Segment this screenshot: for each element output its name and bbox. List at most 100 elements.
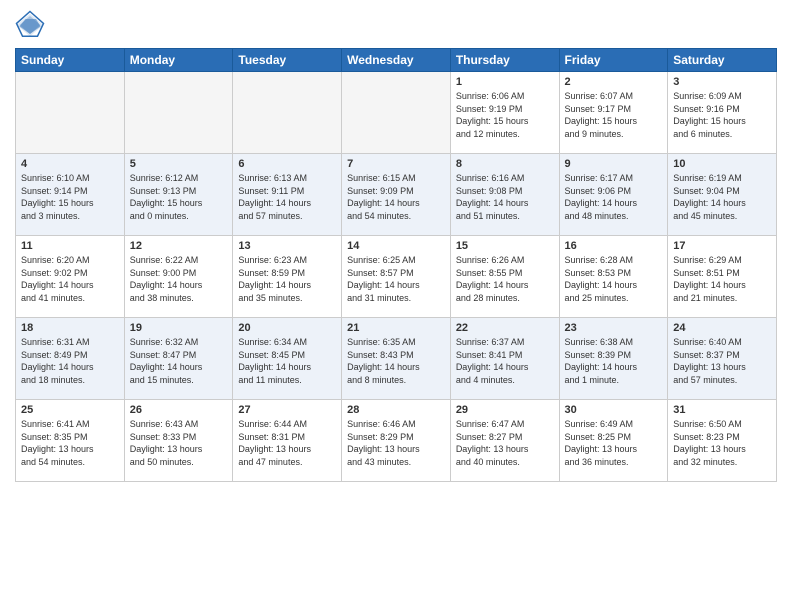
calendar-cell: 12Sunrise: 6:22 AM Sunset: 9:00 PM Dayli… xyxy=(124,236,233,318)
day-info: Sunrise: 6:25 AM Sunset: 8:57 PM Dayligh… xyxy=(347,254,445,304)
day-number: 27 xyxy=(238,404,336,416)
column-header-sunday: Sunday xyxy=(16,49,125,72)
week-row-2: 4 Sunrise: 6:10 AM Sunset: 9:14 PM Daylig… xyxy=(16,154,777,236)
day-info: Sunrise: 6:17 AM Sunset: 9:06 PM Dayligh… xyxy=(565,172,663,222)
day-number: 31 xyxy=(673,404,771,416)
day-number: 30 xyxy=(565,404,663,416)
calendar-cell: 13 Sunrise: 6:23 AM Sunset: 8:59 PM Dayli… xyxy=(233,236,342,318)
header xyxy=(15,10,777,40)
day-number: 10 xyxy=(673,158,771,170)
calendar-header-row: SundayMondayTuesdayWednesdayThursdayFrid… xyxy=(16,49,777,72)
calendar-cell: 9 Sunrise: 6:17 AM Sunset: 9:06 PM Daylig… xyxy=(559,154,668,236)
calendar-cell: 10 Sunrise: 6:19 AM Sunset: 9:04 PM Dayli… xyxy=(668,154,777,236)
day-info: Sunrise: 6:41 AM Sunset: 8:35 PM Dayligh… xyxy=(21,418,119,468)
column-header-friday: Friday xyxy=(559,49,668,72)
day-info: Sunrise: 6:49 AM Sunset: 8:25 PM Dayligh… xyxy=(565,418,663,468)
calendar-cell: 24Sunrise: 6:40 AM Sunset: 8:37 PM Dayli… xyxy=(668,318,777,400)
day-info: Sunrise: 6:19 AM Sunset: 9:04 PM Dayligh… xyxy=(673,172,771,222)
day-number: 26 xyxy=(130,404,228,416)
calendar-cell: 28Sunrise: 6:46 AM Sunset: 8:29 PM Dayli… xyxy=(342,400,451,482)
calendar-cell: 18 Sunrise: 6:31 AM Sunset: 8:49 PM Dayli… xyxy=(16,318,125,400)
day-number: 17 xyxy=(673,240,771,252)
calendar-cell: 8Sunrise: 6:16 AM Sunset: 9:08 PM Daylig… xyxy=(450,154,559,236)
calendar-cell: 31 Sunrise: 6:50 AM Sunset: 8:23 PM Dayli… xyxy=(668,400,777,482)
day-number: 21 xyxy=(347,322,445,334)
calendar-cell: 16 Sunrise: 6:28 AM Sunset: 8:53 PM Dayli… xyxy=(559,236,668,318)
day-info: Sunrise: 6:32 AM Sunset: 8:47 PM Dayligh… xyxy=(130,336,228,386)
calendar-cell: 29Sunrise: 6:47 AM Sunset: 8:27 PM Dayli… xyxy=(450,400,559,482)
calendar-cell xyxy=(16,72,125,154)
column-header-monday: Monday xyxy=(124,49,233,72)
day-info: Sunrise: 6:29 AM Sunset: 8:51 PM Dayligh… xyxy=(673,254,771,304)
day-info: Sunrise: 6:35 AM Sunset: 8:43 PM Dayligh… xyxy=(347,336,445,386)
day-info: Sunrise: 6:07 AM Sunset: 9:17 PM Dayligh… xyxy=(565,90,663,140)
day-info: Sunrise: 6:15 AM Sunset: 9:09 PM Dayligh… xyxy=(347,172,445,222)
calendar-cell: 21 Sunrise: 6:35 AM Sunset: 8:43 PM Dayli… xyxy=(342,318,451,400)
calendar-cell: 30 Sunrise: 6:49 AM Sunset: 8:25 PM Dayli… xyxy=(559,400,668,482)
day-number: 6 xyxy=(238,158,336,170)
calendar-cell: 2 Sunrise: 6:07 AM Sunset: 9:17 PM Daylig… xyxy=(559,72,668,154)
calendar-table: SundayMondayTuesdayWednesdayThursdayFrid… xyxy=(15,48,777,482)
calendar-cell: 17 Sunrise: 6:29 AM Sunset: 8:51 PM Dayli… xyxy=(668,236,777,318)
day-info: Sunrise: 6:13 AM Sunset: 9:11 PM Dayligh… xyxy=(238,172,336,222)
day-number: 4 xyxy=(21,158,119,170)
day-info: Sunrise: 6:44 AM Sunset: 8:31 PM Dayligh… xyxy=(238,418,336,468)
day-info: Sunrise: 6:23 AM Sunset: 8:59 PM Dayligh… xyxy=(238,254,336,304)
day-number: 22 xyxy=(456,322,554,334)
calendar-cell: 4 Sunrise: 6:10 AM Sunset: 9:14 PM Daylig… xyxy=(16,154,125,236)
calendar-cell: 3 Sunrise: 6:09 AM Sunset: 9:16 PM Daylig… xyxy=(668,72,777,154)
day-number: 11 xyxy=(21,240,119,252)
day-info: Sunrise: 6:38 AM Sunset: 8:39 PM Dayligh… xyxy=(565,336,663,386)
day-number: 13 xyxy=(238,240,336,252)
day-number: 29 xyxy=(456,404,554,416)
column-header-wednesday: Wednesday xyxy=(342,49,451,72)
calendar-cell xyxy=(342,72,451,154)
calendar-cell: 20Sunrise: 6:34 AM Sunset: 8:45 PM Dayli… xyxy=(233,318,342,400)
day-number: 28 xyxy=(347,404,445,416)
day-info: Sunrise: 6:06 AM Sunset: 9:19 PM Dayligh… xyxy=(456,90,554,140)
day-number: 20 xyxy=(238,322,336,334)
day-info: Sunrise: 6:28 AM Sunset: 8:53 PM Dayligh… xyxy=(565,254,663,304)
calendar-cell: 25 Sunrise: 6:41 AM Sunset: 8:35 PM Dayli… xyxy=(16,400,125,482)
day-info: Sunrise: 6:22 AM Sunset: 9:00 PM Dayligh… xyxy=(130,254,228,304)
week-row-5: 25 Sunrise: 6:41 AM Sunset: 8:35 PM Dayli… xyxy=(16,400,777,482)
day-info: Sunrise: 6:37 AM Sunset: 8:41 PM Dayligh… xyxy=(456,336,554,386)
logo xyxy=(15,10,49,40)
day-info: Sunrise: 6:43 AM Sunset: 8:33 PM Dayligh… xyxy=(130,418,228,468)
column-header-tuesday: Tuesday xyxy=(233,49,342,72)
page: SundayMondayTuesdayWednesdayThursdayFrid… xyxy=(0,0,792,612)
calendar-cell: 23 Sunrise: 6:38 AM Sunset: 8:39 PM Dayli… xyxy=(559,318,668,400)
day-number: 25 xyxy=(21,404,119,416)
day-number: 2 xyxy=(565,76,663,88)
calendar-cell xyxy=(233,72,342,154)
day-number: 23 xyxy=(565,322,663,334)
calendar-cell: 22 Sunrise: 6:37 AM Sunset: 8:41 PM Dayli… xyxy=(450,318,559,400)
day-number: 7 xyxy=(347,158,445,170)
calendar-cell: 1Sunrise: 6:06 AM Sunset: 9:19 PM Daylig… xyxy=(450,72,559,154)
calendar-cell: 27 Sunrise: 6:44 AM Sunset: 8:31 PM Dayli… xyxy=(233,400,342,482)
calendar-cell: 26 Sunrise: 6:43 AM Sunset: 8:33 PM Dayli… xyxy=(124,400,233,482)
calendar-cell: 15Sunrise: 6:26 AM Sunset: 8:55 PM Dayli… xyxy=(450,236,559,318)
day-number: 18 xyxy=(21,322,119,334)
day-info: Sunrise: 6:09 AM Sunset: 9:16 PM Dayligh… xyxy=(673,90,771,140)
day-number: 16 xyxy=(565,240,663,252)
day-number: 15 xyxy=(456,240,554,252)
day-number: 19 xyxy=(130,322,228,334)
day-info: Sunrise: 6:10 AM Sunset: 9:14 PM Dayligh… xyxy=(21,172,119,222)
week-row-4: 18 Sunrise: 6:31 AM Sunset: 8:49 PM Dayli… xyxy=(16,318,777,400)
day-info: Sunrise: 6:31 AM Sunset: 8:49 PM Dayligh… xyxy=(21,336,119,386)
day-number: 14 xyxy=(347,240,445,252)
calendar-cell: 6 Sunrise: 6:13 AM Sunset: 9:11 PM Daylig… xyxy=(233,154,342,236)
calendar-cell: 11 Sunrise: 6:20 AM Sunset: 9:02 PM Dayli… xyxy=(16,236,125,318)
day-info: Sunrise: 6:12 AM Sunset: 9:13 PM Dayligh… xyxy=(130,172,228,222)
day-info: Sunrise: 6:20 AM Sunset: 9:02 PM Dayligh… xyxy=(21,254,119,304)
calendar-cell: 5Sunrise: 6:12 AM Sunset: 9:13 PM Daylig… xyxy=(124,154,233,236)
calendar-cell: 19 Sunrise: 6:32 AM Sunset: 8:47 PM Dayli… xyxy=(124,318,233,400)
calendar-cell: 7 Sunrise: 6:15 AM Sunset: 9:09 PM Daylig… xyxy=(342,154,451,236)
day-number: 8 xyxy=(456,158,554,170)
day-number: 9 xyxy=(565,158,663,170)
day-number: 3 xyxy=(673,76,771,88)
column-header-saturday: Saturday xyxy=(668,49,777,72)
day-info: Sunrise: 6:50 AM Sunset: 8:23 PM Dayligh… xyxy=(673,418,771,468)
calendar-cell: 14 Sunrise: 6:25 AM Sunset: 8:57 PM Dayli… xyxy=(342,236,451,318)
